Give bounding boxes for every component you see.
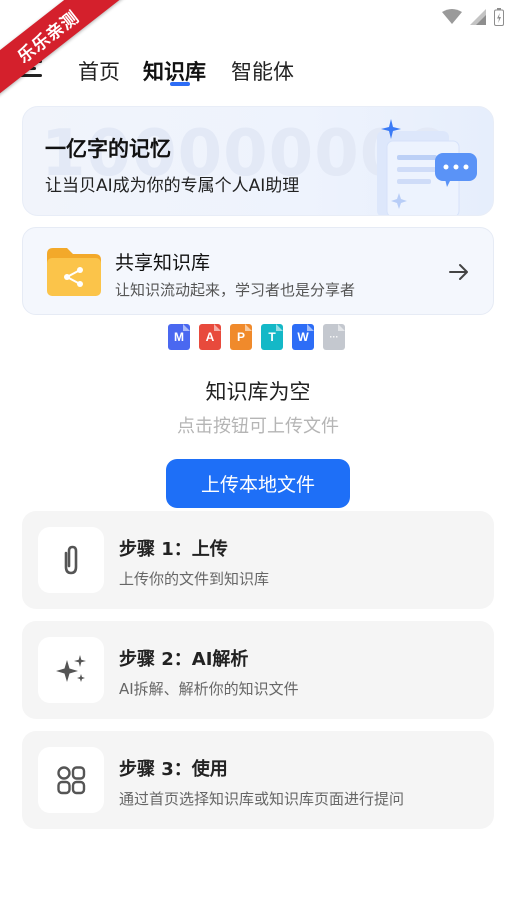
shared-kb-title: 共享知识库 (115, 252, 211, 274)
step-title: 步骤 2：AI解析 (119, 649, 249, 670)
banner-title: 一亿字的记忆 (45, 137, 171, 161)
step-title: 步骤 3：使用 (119, 759, 228, 780)
markdown-file-icon: M (168, 324, 190, 350)
step-description: 通过首页选择知识库或知识库页面进行提问 (119, 790, 405, 808)
word-file-icon: W (292, 324, 314, 350)
txt-file-icon: T (261, 324, 283, 350)
pdf-file-icon: A (199, 324, 221, 350)
tab-agents[interactable]: 智能体 (231, 56, 294, 86)
folder-share-icon (45, 246, 103, 298)
ppt-file-icon: P (230, 324, 252, 350)
status-icons (442, 8, 504, 30)
memory-banner: 100000000 一亿字的记忆 让当贝AI成为你的专属个人AI助理 (22, 106, 494, 216)
step-card-use: 步骤 3：使用 通过首页选择知识库或知识库页面进行提问 (22, 731, 494, 829)
step-description: AI拆解、解析你的知识文件 (119, 680, 299, 698)
wifi-icon (442, 9, 462, 29)
sparkles-icon (38, 637, 104, 703)
tab-home[interactable]: 首页 (78, 56, 120, 86)
step-description: 上传你的文件到知识库 (119, 570, 270, 588)
top-nav: 首页 知识库 智能体 (0, 44, 516, 94)
other-file-icon: ··· (323, 324, 345, 350)
document-chat-illustration (357, 113, 487, 215)
upload-local-file-button[interactable]: 上传本地文件 (166, 459, 350, 508)
step-title: 步骤 1：上传 (119, 539, 228, 560)
shared-knowledge-base-card[interactable]: 共享知识库 让知识流动起来，学习者也是分享者 (22, 227, 494, 315)
arrow-right-icon[interactable] (447, 260, 471, 284)
empty-state-subtitle: 点击按钮可上传文件 (177, 416, 339, 437)
empty-state-title: 知识库为空 (205, 380, 311, 404)
supported-file-types: M A P T W ··· (168, 324, 345, 350)
battery-icon (494, 8, 504, 30)
active-tab-indicator (170, 82, 190, 86)
shared-kb-subtitle: 让知识流动起来，学习者也是分享者 (115, 281, 356, 299)
signal-icon (470, 9, 486, 29)
step-card-ai-parse: 步骤 2：AI解析 AI拆解、解析你的知识文件 (22, 621, 494, 719)
step-card-upload: 步骤 1：上传 上传你的文件到知识库 (22, 511, 494, 609)
banner-subtitle: 让当贝AI成为你的专属个人AI助理 (45, 176, 300, 196)
apps-grid-icon (38, 747, 104, 813)
paperclip-icon (38, 527, 104, 593)
